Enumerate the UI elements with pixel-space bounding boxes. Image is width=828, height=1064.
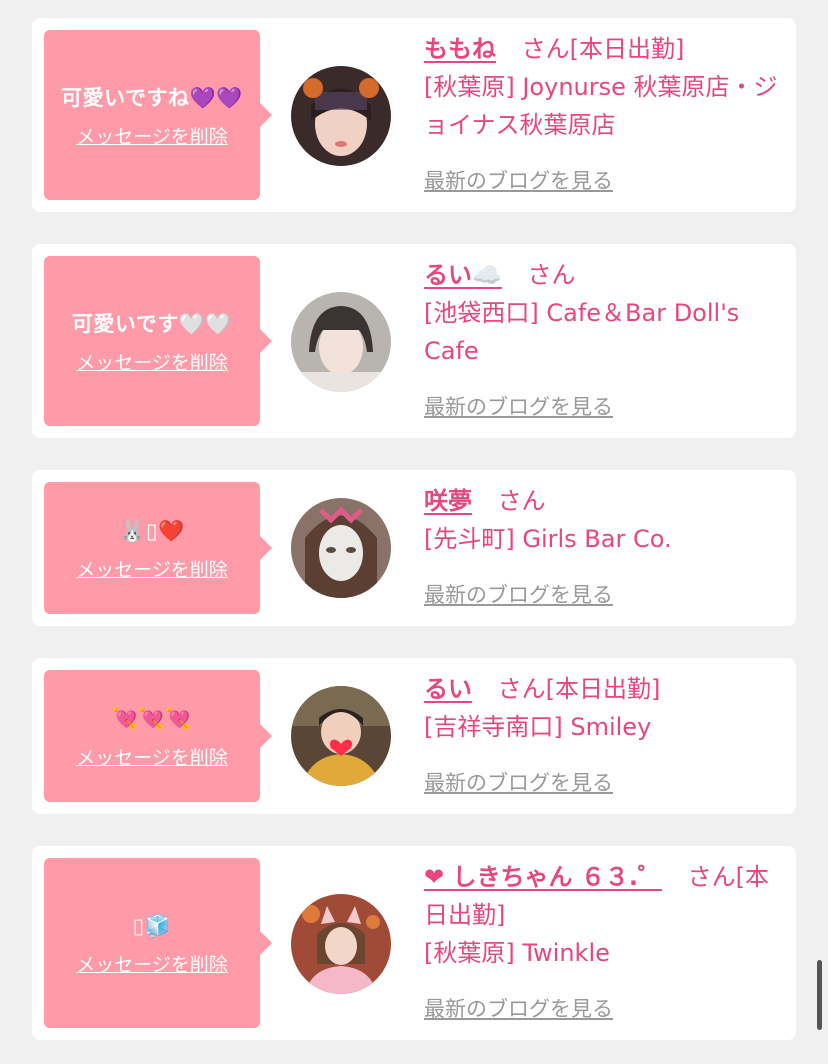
message-text: 🐰▯❤️ [119,519,185,543]
store-name: [秋葉原] Twinkle [424,939,610,967]
cast-info: るい さん[本日出勤] [吉祥寺南口] Smiley [424,670,789,746]
message-bubble: 🐰▯❤️ メッセージを削除 [44,482,272,614]
avatar[interactable] [291,292,391,392]
cast-info: 咲夢 さん [先斗町] Girls Bar Co. [424,482,789,558]
cast-name-link[interactable]: ももね [424,35,496,63]
honorific-status: さん[本日出勤] [521,35,685,63]
cast-info: ももね さん[本日出勤] [秋葉原] Joynurse 秋葉原店・ジョイナス秋葉… [424,30,789,144]
cast-name-link[interactable]: るい☁️ [424,261,502,289]
scrollbar[interactable] [817,960,822,1030]
delete-message-link[interactable]: メッセージを削除 [76,124,228,150]
favorite-card: 可愛いです🤍🤍 メッセージを削除 るい☁️ さん [池袋西口] Cafe＆Bar… [32,244,796,438]
message-bubble: ▯🧊 メッセージを削除 [44,858,272,1028]
message-text: 可愛いです🤍🤍 [71,312,233,336]
delete-message-link[interactable]: メッセージを削除 [76,557,228,583]
favorite-card: ▯🧊 メッセージを削除 ❤ しきちゃん ６３.゜ さん[本日出勤] [秋葉原] … [32,846,796,1040]
message-text: ▯🧊 [132,914,172,938]
store-name: [吉祥寺南口] Smiley [424,713,652,741]
store-name: [池袋西口] Cafe＆Bar Doll's Cafe [424,299,740,365]
honorific-status: さん [527,261,576,289]
cast-name-link[interactable]: 咲夢 [424,487,472,515]
avatar[interactable] [291,894,391,994]
delete-message-link[interactable]: メッセージを削除 [76,350,228,376]
honorific-status: さん [497,487,546,515]
favorite-card: 🐰▯❤️ メッセージを削除 咲夢 さん [先斗町] Girls Bar Co. … [32,470,796,626]
message-bubble: 可愛いです🤍🤍 メッセージを削除 [44,256,272,426]
avatar[interactable] [291,66,391,166]
view-blog-link[interactable]: 最新のブログを見る [424,994,613,1024]
delete-message-link[interactable]: メッセージを削除 [76,952,228,978]
favorite-card: 💘💘💘 メッセージを削除 るい さん[本日出勤] [吉祥寺南口] Smiley … [32,658,796,814]
view-blog-link[interactable]: 最新のブログを見る [424,166,613,196]
cast-info: ❤ しきちゃん ６３.゜ さん[本日出勤] [秋葉原] Twinkle [424,858,789,972]
view-blog-link[interactable]: 最新のブログを見る [424,768,613,798]
view-blog-link[interactable]: 最新のブログを見る [424,392,613,422]
message-bubble: 可愛いですね💜💜 メッセージを削除 [44,30,272,200]
message-text: 可愛いですね💜💜 [61,86,243,110]
cast-info: るい☁️ さん [池袋西口] Cafe＆Bar Doll's Cafe [424,256,789,370]
favorite-card: 可愛いですね💜💜 メッセージを削除 ももね さん[本日出勤] [秋葉原] Joy… [32,18,796,212]
message-bubble: 💘💘💘 メッセージを削除 [44,670,272,802]
honorific-status: さん[本日出勤] [497,675,661,703]
cast-name-link[interactable]: るい [424,675,472,703]
message-text: 💘💘💘 [112,707,192,731]
cast-name-link[interactable]: ❤ しきちゃん ６３.゜ [424,863,662,891]
avatar[interactable] [291,686,391,786]
view-blog-link[interactable]: 最新のブログを見る [424,580,613,610]
store-name: [先斗町] Girls Bar Co. [424,525,672,553]
avatar[interactable] [291,498,391,598]
store-name: [秋葉原] Joynurse 秋葉原店・ジョイナス秋葉原店 [424,73,778,139]
delete-message-link[interactable]: メッセージを削除 [76,745,228,771]
